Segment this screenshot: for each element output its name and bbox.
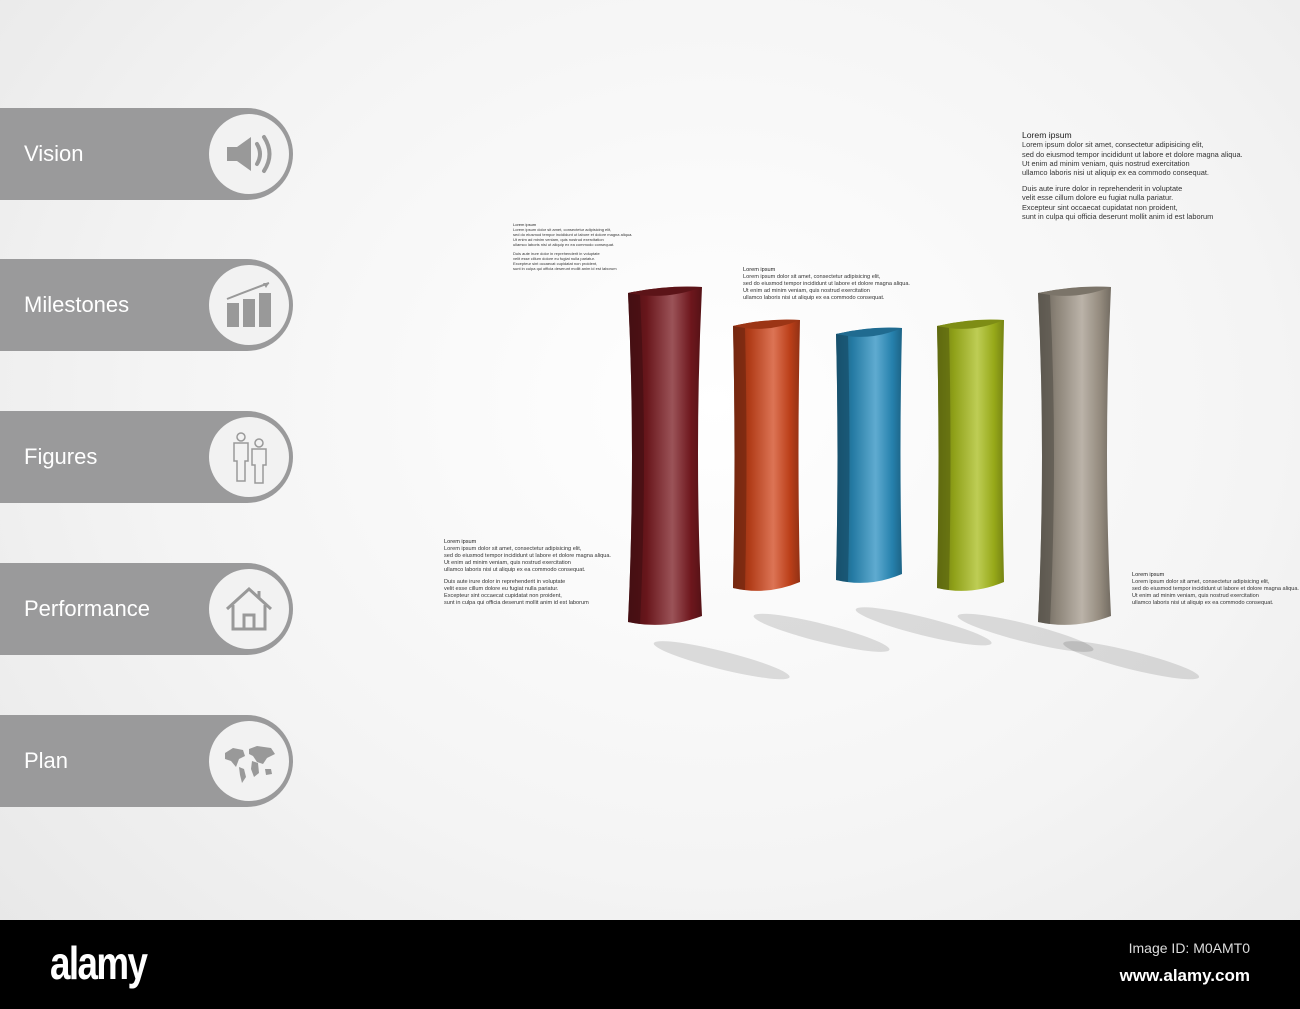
text-line: sunt in culpa qui officia deserunt molli… bbox=[513, 265, 617, 271]
text-block-top-right: Lorem ipsum Lorem ipsum dolor sit amet, … bbox=[1022, 130, 1243, 221]
cylinder-side bbox=[1038, 293, 1054, 624]
text-title: Lorem ipsum bbox=[1022, 130, 1072, 140]
text-line: sunt in culpa qui officia deserunt molli… bbox=[444, 600, 589, 607]
text-para-2: Duis aute irure dolor in reprehenderit i… bbox=[1022, 184, 1243, 221]
site-url: www.alamy.com bbox=[1119, 966, 1250, 985]
text-line: velit esse cillum dolore eu fugiat nulla… bbox=[1022, 193, 1174, 203]
footer-bar: alamy Image ID: M0AMT0 www.alamy.com bbox=[0, 920, 1300, 1009]
text-line: Duis aute irure dolor in reprehenderit i… bbox=[444, 579, 566, 586]
text-block-top-left: Lorem ipsum Lorem ipsum dolor sit amet, … bbox=[513, 222, 632, 271]
text-line: sed do eiusmod tempor incididunt ut labo… bbox=[444, 553, 611, 559]
cylinder-side bbox=[628, 293, 644, 624]
text-para-2: Duis aute irure dolor in reprehenderit i… bbox=[444, 579, 611, 607]
text-line: sunt in culpa qui officia deserunt molli… bbox=[1022, 212, 1214, 222]
text-line: sed do eiusmod tempor incididunt ut labo… bbox=[1132, 586, 1299, 592]
text-line: Ut enim ad minim veniam, quis nostrud ex… bbox=[444, 560, 571, 566]
text-line: ullamco laboris nisi ut aliquip ex ea co… bbox=[444, 567, 586, 573]
text-line: Lorem ipsum dolor sit amet, consectetur … bbox=[444, 546, 582, 552]
alamy-logo: alamy bbox=[50, 937, 148, 989]
text-line: Ut enim ad minim veniam, quis nostrud ex… bbox=[1022, 158, 1190, 168]
cylinder-side bbox=[836, 334, 850, 582]
text-line: velit esse cillum dolore eu fugiat nulla… bbox=[444, 586, 559, 593]
text-line: Lorem ipsum dolor sit amet, consectetur … bbox=[1132, 579, 1270, 585]
text-line: Lorem ipsum dolor sit amet, consectetur … bbox=[743, 274, 881, 280]
text-line: sed do eiusmod tempor incididunt ut labo… bbox=[743, 281, 910, 287]
text-block-middle: Lorem ipsum Lorem ipsum dolor sit amet, … bbox=[743, 267, 910, 302]
text-line: Excepteur sint occaecat cupidatat non pr… bbox=[444, 593, 562, 600]
text-line: ullamco laboris nisi ut aliquip ex ea co… bbox=[1022, 168, 1209, 178]
text-para-2: Duis aute irure dolor in reprehenderit i… bbox=[513, 251, 632, 271]
text-line: ullamco laboris nisi ut aliquip ex ea co… bbox=[1132, 600, 1274, 606]
text-line: Lorem ipsum dolor sit amet, consectetur … bbox=[1022, 140, 1204, 150]
cylinder-side bbox=[733, 326, 747, 590]
text-para-1: Lorem ipsum dolor sit amet, consectetur … bbox=[444, 546, 611, 574]
text-para-1: Lorem ipsum dolor sit amet, consectetur … bbox=[1022, 140, 1243, 177]
text-para-1: Lorem ipsum dolor sit amet, consectetur … bbox=[1132, 579, 1299, 607]
image-id: Image ID: M0AMT0 bbox=[1128, 940, 1250, 956]
cylinder-shadow bbox=[1063, 641, 1200, 680]
text-line: Excepteur sint occaecat cupidatat non pr… bbox=[1022, 202, 1178, 212]
text-title: Lorem ipsum bbox=[1132, 572, 1165, 578]
text-line: Duis aute irure dolor in reprehenderit i… bbox=[1022, 184, 1183, 194]
text-line: Ut enim ad minim veniam, quis nostrud ex… bbox=[743, 288, 870, 294]
text-para-1: Lorem ipsum dolor sit amet, consectetur … bbox=[743, 274, 910, 302]
text-title: Lorem ipsum bbox=[444, 539, 477, 545]
text-title: Lorem ipsum bbox=[743, 267, 776, 273]
text-para-1: Lorem ipsum dolor sit amet, consectetur … bbox=[513, 227, 632, 247]
text-line: ullamco laboris nisi ut aliquip ex ea co… bbox=[743, 295, 885, 301]
text-line: Ut enim ad minim veniam, quis nostrud ex… bbox=[1132, 593, 1259, 599]
cylinder-side bbox=[937, 326, 951, 590]
cylinder-shadow bbox=[653, 641, 790, 680]
text-block-left: Lorem ipsum Lorem ipsum dolor sit amet, … bbox=[444, 539, 611, 607]
text-line: sed do eiusmod tempor incididunt ut labo… bbox=[1022, 149, 1243, 159]
text-block-right: Lorem ipsum Lorem ipsum dolor sit amet, … bbox=[1132, 572, 1299, 607]
